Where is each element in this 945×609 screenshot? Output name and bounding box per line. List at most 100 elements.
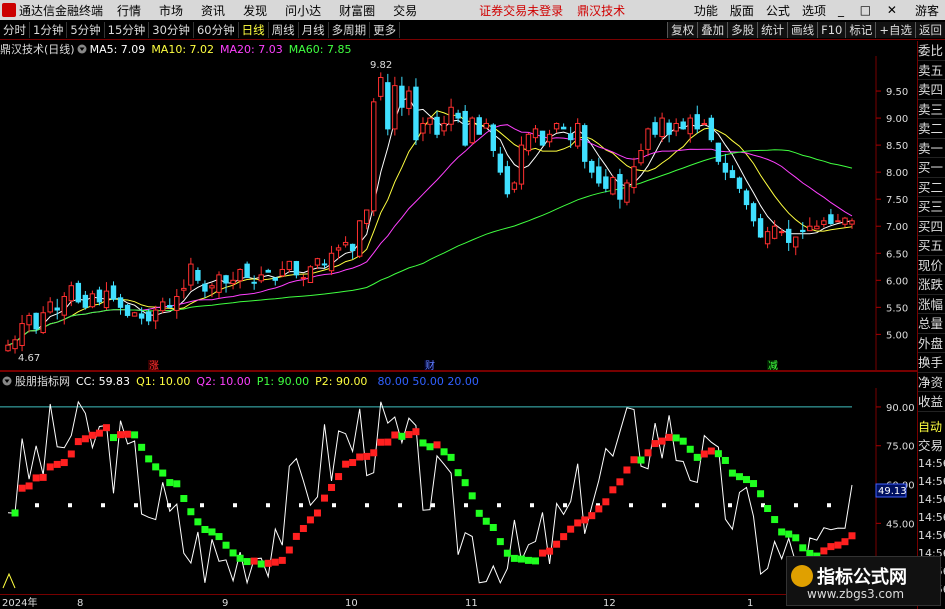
candle (793, 236, 799, 248)
menu-youke[interactable]: 游客 (915, 2, 939, 19)
menu-banmian[interactable]: 版面 (730, 2, 754, 19)
candle (750, 203, 757, 222)
candle (736, 177, 743, 189)
candle (385, 82, 391, 130)
p2-label: P2: 90.00 (315, 374, 368, 388)
period-daily[interactable]: 日线 (239, 21, 269, 38)
candle (778, 231, 785, 234)
legend-dropdown-icon[interactable] (77, 44, 87, 54)
candle (307, 266, 314, 284)
candle (800, 229, 806, 233)
quote-row-label: 买五 (918, 236, 945, 256)
trend-block (679, 437, 687, 445)
trend-block (342, 460, 350, 468)
period-monthly[interactable]: 月线 (299, 21, 329, 38)
menu-item-caifuquan[interactable]: 财富圈 (339, 2, 375, 19)
ma20-label: MA20: 7.03 (220, 42, 283, 56)
trend-block (313, 509, 321, 517)
period-fenshi[interactable]: 分时 (0, 21, 30, 38)
level-dot (200, 503, 204, 508)
trend-block (405, 431, 413, 439)
candle (645, 128, 651, 150)
trend-block (384, 438, 392, 446)
btn-fanhui[interactable]: 返回 (915, 22, 945, 38)
candle (673, 122, 679, 132)
low-price-label: 4.67 (18, 353, 40, 364)
period-more[interactable]: 更多 (370, 21, 401, 38)
trend-block (799, 544, 807, 552)
menu-item-wenxiaoda[interactable]: 问小达 (285, 2, 321, 19)
candle (757, 218, 764, 238)
menu-item-zixun[interactable]: 资讯 (201, 2, 225, 19)
candle (553, 122, 560, 130)
trade-label[interactable]: 交易 (918, 436, 945, 456)
indicator-chart[interactable]: 90.0075.0060.0045.0030.00 49.13 (0, 388, 917, 594)
candle (392, 85, 398, 130)
candle (582, 125, 588, 162)
candle (476, 117, 482, 135)
period-multi[interactable]: 多周期 (329, 21, 371, 38)
menu-item-shichang[interactable]: 市场 (159, 2, 183, 19)
stock-name-notice: 鼎汉技术 (577, 3, 626, 18)
trend-block (208, 528, 216, 536)
level-dot (35, 503, 39, 508)
trend-block (735, 473, 743, 481)
login-notice[interactable]: 证券交易未登录 (479, 2, 563, 19)
menu-xuanxiang[interactable]: 选项 (802, 2, 826, 19)
period-5min[interactable]: 5分钟 (67, 21, 105, 38)
candle (349, 243, 356, 252)
period-30min[interactable]: 30分钟 (149, 21, 194, 38)
sub-legend-dropdown-icon[interactable] (2, 376, 12, 386)
trend-block (159, 469, 167, 477)
candlestick-chart[interactable]: 9.50 9.00 8.50 8.00 7.50 7.00 6.50 6.00 5.50 5.00… (0, 56, 917, 370)
candle (603, 176, 609, 189)
period-15min[interactable]: 15分钟 (105, 21, 150, 38)
candle (223, 275, 229, 284)
menu-gongshi[interactable]: 公式 (766, 2, 790, 19)
trend-block (630, 456, 638, 464)
candle (539, 130, 546, 146)
level-dot (68, 503, 72, 508)
candle (708, 117, 715, 141)
trend-block (785, 530, 793, 538)
btn-duogu[interactable]: 多股 (727, 22, 758, 38)
level-dot (266, 503, 270, 508)
menu-item-faxian[interactable]: 发现 (243, 2, 267, 19)
event-marker-jian[interactable]: 减 (768, 360, 778, 370)
period-1min[interactable]: 1分钟 (30, 21, 68, 38)
menu-item-jiaoyi[interactable]: 交易 (393, 2, 417, 19)
trend-block (510, 554, 518, 562)
stock-title: 鼎汉技术(日线) (0, 43, 75, 56)
btn-zixuan[interactable]: +自选 (875, 22, 915, 38)
trend-block (595, 505, 603, 513)
btn-fuquan[interactable]: 复权 (667, 22, 698, 38)
btn-huaxian[interactable]: 画线 (787, 22, 818, 38)
price-tick-label: 7.00 (886, 222, 908, 233)
btn-diejia[interactable]: 叠加 (697, 22, 728, 38)
candle (518, 144, 525, 185)
trend-block (187, 508, 195, 516)
trend-block (771, 516, 779, 524)
period-weekly[interactable]: 周线 (269, 21, 299, 38)
trend-block (848, 532, 856, 540)
menu-bar: 通达信金融终端 行情 市场 资讯 发现 问小达 财富圈 交易 证券交易未登录 鼎… (0, 0, 945, 20)
trend-block (278, 556, 286, 564)
trend-block (764, 505, 772, 513)
trend-block (222, 541, 230, 549)
event-marker-cai[interactable]: 财 (425, 359, 435, 370)
event-marker-zhang[interactable]: 涨 (149, 360, 159, 370)
candle (103, 290, 110, 309)
menu-item-hangqing[interactable]: 行情 (117, 2, 141, 19)
auto-label[interactable]: 自动 (918, 418, 945, 436)
trend-block (707, 447, 715, 455)
candle (413, 86, 419, 141)
candle (567, 133, 574, 141)
menu-gongneng[interactable]: 功能 (694, 2, 718, 19)
candle (216, 274, 222, 293)
period-60min[interactable]: 60分钟 (194, 21, 239, 38)
btn-tongji[interactable]: 统计 (757, 22, 788, 38)
trend-block (475, 509, 483, 517)
btn-biaoji[interactable]: 标记 (845, 22, 876, 38)
window-controls-icon[interactable]: _ □ ✕ (838, 3, 903, 17)
btn-f10[interactable]: F10 (817, 22, 846, 38)
